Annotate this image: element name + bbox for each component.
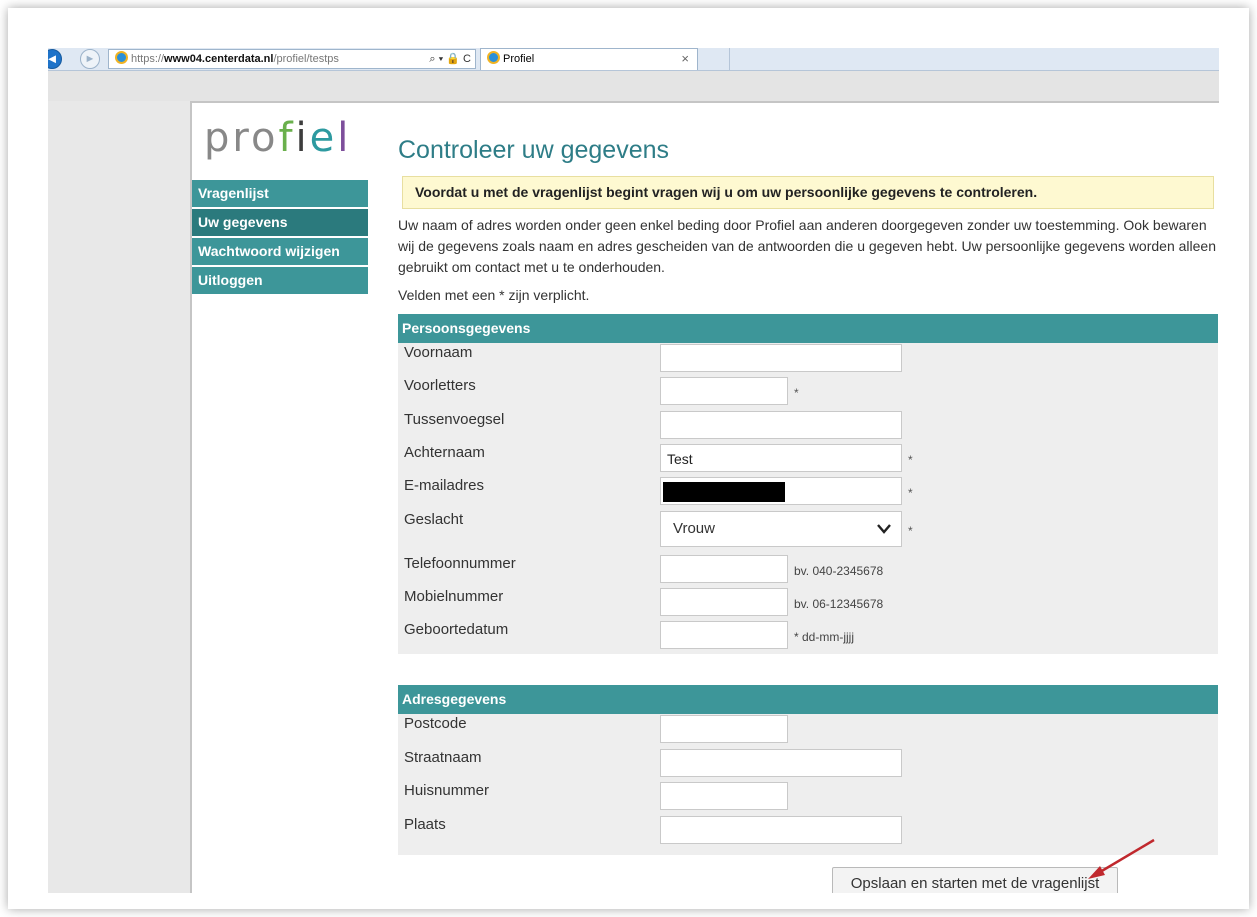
geboortedatum-input[interactable] xyxy=(660,621,788,649)
tussenvoegsel-input[interactable] xyxy=(660,411,902,439)
telefoonnummer-label: Telefoonnummer xyxy=(404,555,516,572)
row-straatnaam: Straatnaam xyxy=(398,748,1218,781)
geboortedatum-hint: * dd-mm-jjjj xyxy=(794,630,854,644)
straatnaam-input[interactable] xyxy=(660,749,902,777)
intro-text: Uw naam of adres worden onder geen enkel… xyxy=(398,217,1216,275)
row-email: E-mailadres * xyxy=(398,476,1218,509)
profiel-logo: profiel xyxy=(204,115,352,161)
row-geboortedatum: Geboortedatum * dd-mm-jjjj xyxy=(398,620,1218,653)
browser-tab-bar: ◄ ► https://www04.centerdata.nl/profiel/… xyxy=(48,48,1219,71)
geslacht-select[interactable]: Vrouw xyxy=(660,511,902,547)
postcode-input[interactable] xyxy=(660,715,788,743)
tussenvoegsel-label: Tussenvoegsel xyxy=(404,411,505,428)
close-tab-icon[interactable]: × xyxy=(681,49,689,69)
chevron-down-icon xyxy=(877,524,891,534)
sidebar-nav: Vragenlijst Uw gegevens Wachtwoord wijzi… xyxy=(192,180,368,296)
url-path: /profiel/testps xyxy=(273,53,339,65)
sidebar-item-wachtwoord-wijzigen[interactable]: Wachtwoord wijzigen xyxy=(192,238,368,267)
huisnummer-label: Huisnummer xyxy=(404,782,490,799)
row-huisnummer: Huisnummer xyxy=(398,781,1218,814)
address-details-section: Adresgegevens Postcode Straatnaam Huisnu… xyxy=(398,685,1218,855)
notice-banner: Voordat u met de vragenlijst begint vrag… xyxy=(402,176,1214,209)
browser-toolbar-strip xyxy=(48,71,1219,101)
row-voorletters: Voorletters * xyxy=(398,376,1218,409)
plaats-input[interactable] xyxy=(660,816,902,844)
row-achternaam: Achternaam Test * xyxy=(398,443,1218,476)
mobielnummer-hint: bv. 06-12345678 xyxy=(794,597,884,611)
required-star: * xyxy=(908,486,913,500)
row-plaats: Plaats xyxy=(398,815,1218,848)
row-postcode: Postcode xyxy=(398,714,1218,747)
section-header-adresgegevens: Adresgegevens xyxy=(398,685,1218,714)
forward-arrow-icon[interactable]: ► xyxy=(80,49,100,69)
voornaam-label: Voornaam xyxy=(404,344,473,361)
page-title: Controleer uw gegevens xyxy=(398,136,669,164)
geslacht-label: Geslacht xyxy=(404,511,464,528)
personal-details-section: Persoonsgegevens Voornaam Voorletters * … xyxy=(398,314,1218,654)
url-scheme: https:// xyxy=(131,53,165,65)
save-and-start-button[interactable]: Opslaan en starten met de vragenlijst xyxy=(832,867,1118,893)
geslacht-selected-value: Vrouw xyxy=(673,520,715,537)
postcode-label: Postcode xyxy=(404,715,467,732)
sidebar-item-vragenlijst[interactable]: Vragenlijst xyxy=(192,180,368,209)
address-bar[interactable]: https://www04.centerdata.nl/profiel/test… xyxy=(108,49,476,69)
telefoonnummer-input[interactable] xyxy=(660,555,788,583)
mobielnummer-input[interactable] xyxy=(660,588,788,616)
row-telefoonnummer: Telefoonnummer bv. 040-2345678 xyxy=(398,554,1218,587)
required-star: * xyxy=(908,524,913,538)
browser-window: ◄ ► https://www04.centerdata.nl/profiel/… xyxy=(48,48,1219,893)
email-label: E-mailadres xyxy=(404,477,485,494)
section-header-persoonsgegevens: Persoonsgegevens xyxy=(398,314,1218,343)
voorletters-label: Voorletters xyxy=(404,377,476,394)
redacted-email-block xyxy=(663,482,785,502)
huisnummer-input[interactable] xyxy=(660,782,788,810)
required-fields-note: Velden met een * zijn verplicht. xyxy=(398,287,590,303)
row-geslacht: Geslacht Vrouw * xyxy=(398,510,1218,550)
email-input[interactable] xyxy=(660,477,902,505)
voornaam-input[interactable] xyxy=(660,344,902,372)
telefoonnummer-hint: bv. 040-2345678 xyxy=(794,564,884,578)
sidebar-item-uw-gegevens[interactable]: Uw gegevens xyxy=(192,209,368,238)
tab-favicon-icon xyxy=(487,51,500,64)
straatnaam-label: Straatnaam xyxy=(404,749,482,766)
plaats-label: Plaats xyxy=(404,816,446,833)
voorletters-input[interactable] xyxy=(660,377,788,405)
web-page: profiel Vragenlijst Uw gegevens Wachtwoo… xyxy=(190,101,1219,893)
new-tab-button[interactable] xyxy=(700,48,730,70)
address-bar-icons[interactable]: ⌕ ▾ 🔒 C xyxy=(425,50,471,68)
back-arrow-icon[interactable]: ◄ xyxy=(48,49,62,69)
required-star: * xyxy=(908,453,913,467)
screenshot-frame: ◄ ► https://www04.centerdata.nl/profiel/… xyxy=(8,8,1249,909)
achternaam-label: Achternaam xyxy=(404,444,485,461)
required-star: * xyxy=(794,386,799,400)
mobielnummer-label: Mobielnummer xyxy=(404,588,504,605)
browser-tab-profiel[interactable]: Profiel × xyxy=(480,48,698,70)
tab-title: Profiel xyxy=(503,53,535,65)
url-host: www04.centerdata.nl xyxy=(164,53,274,65)
row-voornaam: Voornaam xyxy=(398,343,1218,376)
geboortedatum-label: Geboortedatum xyxy=(404,621,509,638)
row-tussenvoegsel: Tussenvoegsel xyxy=(398,410,1218,443)
sidebar-item-uitloggen[interactable]: Uitloggen xyxy=(192,267,368,296)
ie-logo-icon xyxy=(115,51,128,64)
row-mobielnummer: Mobielnummer bv. 06-12345678 xyxy=(398,587,1218,620)
achternaam-input[interactable]: Test xyxy=(660,444,902,472)
